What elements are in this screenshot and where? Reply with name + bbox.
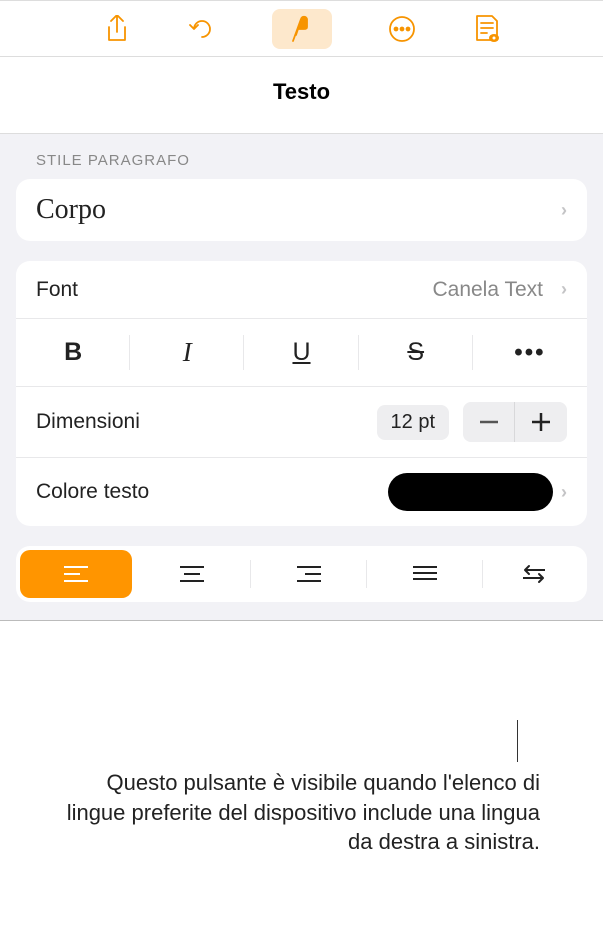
format-button[interactable]	[272, 9, 332, 49]
strikethrough-button[interactable]: S	[359, 331, 473, 374]
font-label: Font	[36, 278, 78, 302]
share-button[interactable]	[102, 14, 132, 44]
text-color-selector[interactable]: Colore testo ›	[16, 458, 587, 526]
paragraph-style-card: Corpo ›	[16, 179, 587, 241]
more-options-button[interactable]	[387, 14, 417, 44]
chevron-right-icon: ›	[561, 482, 567, 503]
size-label: Dimensioni	[36, 410, 140, 434]
size-stepper	[463, 402, 567, 442]
increase-size-button[interactable]	[515, 402, 567, 442]
text-color-label: Colore testo	[36, 480, 149, 504]
color-swatch	[388, 473, 553, 511]
undo-button[interactable]	[187, 14, 217, 44]
size-value[interactable]: 12 pt	[377, 405, 449, 440]
callout-text: Questo pulsante è visibile quando l'elen…	[60, 768, 540, 857]
decrease-size-button[interactable]	[463, 402, 515, 442]
paragraph-style-label: Stile paragrafo	[0, 134, 603, 179]
chevron-right-icon: ›	[561, 279, 567, 300]
callout-leader-line	[517, 720, 518, 762]
paragraph-style-name: Corpo	[36, 194, 106, 226]
chevron-right-icon: ›	[561, 200, 567, 221]
bold-button[interactable]: B	[16, 331, 130, 374]
font-value: Canela Text	[432, 278, 543, 302]
document-view-button[interactable]	[472, 14, 502, 44]
format-panel: Testo Stile paragrafo Corpo › Font Canel…	[0, 57, 603, 621]
alignment-row	[16, 546, 587, 602]
paragraph-style-selector[interactable]: Corpo ›	[16, 179, 587, 241]
align-left-button[interactable]	[20, 550, 132, 598]
more-formatting-button[interactable]: •••	[473, 331, 587, 374]
align-justify-button[interactable]	[369, 550, 481, 598]
underline-button[interactable]: U	[244, 331, 358, 374]
toolbar	[0, 0, 603, 57]
font-card: Font Canela Text › B I U S ••• Dimension…	[16, 261, 587, 526]
align-right-button[interactable]	[253, 550, 365, 598]
text-direction-button[interactable]	[485, 550, 583, 598]
panel-title: Testo	[0, 57, 603, 134]
size-row: Dimensioni 12 pt	[16, 387, 587, 458]
text-format-buttons: B I U S •••	[16, 319, 587, 387]
align-center-button[interactable]	[136, 550, 248, 598]
italic-button[interactable]: I	[130, 331, 244, 374]
font-selector[interactable]: Font Canela Text ›	[16, 261, 587, 319]
